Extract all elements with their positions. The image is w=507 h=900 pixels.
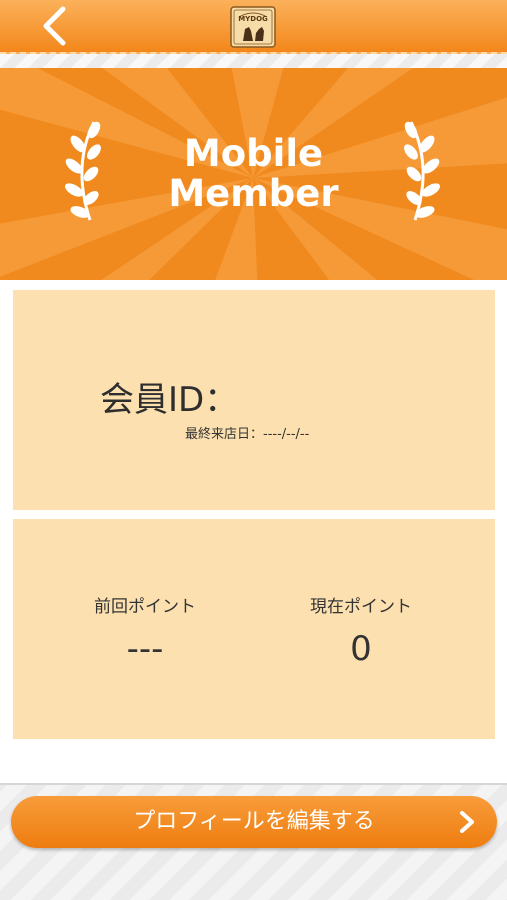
mobile-member-banner: Mobile Member <box>0 68 507 280</box>
chevron-left-icon <box>43 6 66 46</box>
member-id-card: 会員ID： 最終来店日：----/--/-- <box>13 290 495 510</box>
member-id-label: 会員ID： <box>100 380 239 420</box>
app-header: MYDOG <box>0 0 507 54</box>
mydog-logo: MYDOG <box>230 6 276 48</box>
edit-profile-label: プロフィールを編集する <box>133 809 375 834</box>
back-button[interactable] <box>30 2 78 50</box>
previous-points-label: 前回ポイント <box>94 597 196 617</box>
current-points-value: 0 <box>350 629 372 669</box>
logo-text: MYDOG <box>238 15 268 23</box>
points-card: 前回ポイント --- 現在ポイント 0 <box>13 519 495 739</box>
last-visit-date: 最終来店日：----/--/-- <box>185 427 310 442</box>
chevron-right-icon <box>460 811 474 833</box>
current-points-label: 現在ポイント <box>310 597 412 617</box>
header-pattern-band <box>0 54 507 68</box>
edit-profile-button[interactable]: プロフィールを編集する <box>11 796 497 848</box>
footer-divider <box>0 783 507 785</box>
main-content: Mobile Member 会員ID： 最終来店日：----/--/-- 前回ポ… <box>0 68 507 785</box>
previous-points-value: --- <box>126 629 164 669</box>
laurel-right-icon <box>404 121 441 221</box>
